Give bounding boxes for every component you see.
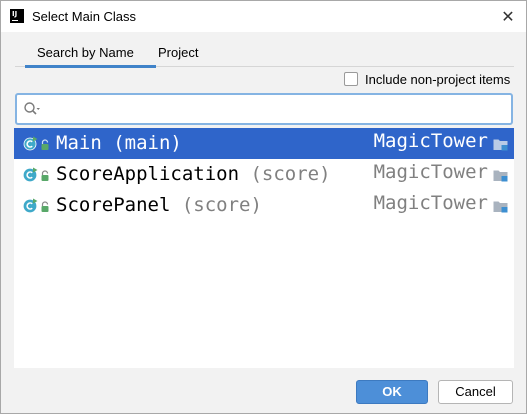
- include-non-project-checkbox[interactable]: [344, 72, 358, 86]
- list-item[interactable]: ScorePanel (score) MagicTower: [14, 190, 514, 221]
- include-non-project-label: Include non-project items: [365, 72, 511, 87]
- module-name: MagicTower: [373, 192, 488, 214]
- list-item[interactable]: ScoreApplication (score) MagicTower: [14, 159, 514, 190]
- tab-search-by-name[interactable]: Search by Name: [25, 39, 156, 68]
- cancel-button[interactable]: Cancel: [438, 380, 513, 404]
- package-name: (main): [113, 132, 182, 154]
- class-icon: [23, 136, 38, 151]
- search-field[interactable]: [15, 93, 513, 125]
- app-logo-icon: IJ: [10, 9, 24, 23]
- class-icon: [23, 167, 38, 182]
- module-folder-icon: [493, 201, 508, 213]
- title-bar: IJ Select Main Class ✕: [1, 1, 526, 32]
- tab-label: Search by Name: [37, 45, 134, 60]
- active-tab-indicator: [25, 65, 156, 68]
- search-icon[interactable]: [23, 101, 41, 117]
- search-input[interactable]: [47, 99, 502, 119]
- class-name: ScorePanel (score): [56, 190, 262, 221]
- package-name: (score): [181, 194, 262, 216]
- module-name: MagicTower: [373, 161, 488, 183]
- lock-icon: [41, 201, 49, 212]
- select-main-class-dialog: IJ Select Main Class ✕ Search by Name Pr…: [0, 0, 527, 414]
- class-name: ScoreApplication (score): [56, 159, 331, 190]
- package-name: (score): [250, 163, 331, 185]
- module-name: MagicTower: [373, 130, 488, 152]
- class-simple-name: ScorePanel: [56, 194, 171, 216]
- module-folder-icon: [493, 139, 508, 151]
- tab-bar: Search by Name Project: [15, 39, 514, 68]
- class-icon: [23, 198, 38, 213]
- dialog-title: Select Main Class: [32, 9, 137, 24]
- class-simple-name: ScoreApplication: [56, 163, 240, 185]
- list-item[interactable]: Main (main) MagicTower: [14, 128, 514, 159]
- class-name: Main (main): [56, 128, 182, 159]
- module-folder-icon: [493, 170, 508, 182]
- close-icon[interactable]: ✕: [498, 7, 518, 27]
- tab-project[interactable]: Project: [158, 39, 198, 67]
- tab-label: Project: [158, 45, 199, 60]
- ok-button[interactable]: OK: [356, 380, 428, 404]
- results-list: Main (main) MagicTower ScoreApplication (s…: [14, 128, 514, 368]
- lock-icon: [41, 139, 49, 150]
- lock-icon: [41, 170, 49, 181]
- class-simple-name: Main: [56, 132, 102, 154]
